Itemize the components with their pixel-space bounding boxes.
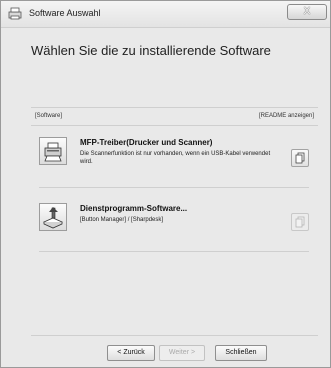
- readme-column-header: [README anzeigen]: [258, 113, 314, 119]
- close-button[interactable]: Schließen: [215, 345, 267, 361]
- close-window-button[interactable]: X: [287, 4, 327, 20]
- readme-button-utility-software[interactable]: [291, 213, 309, 231]
- divider: [39, 251, 309, 252]
- item-description: Die Scannerfunktion ist nur vorhanden, w…: [80, 151, 271, 165]
- item-title: MFP-Treiber(Drucker und Scanner): [80, 138, 213, 147]
- next-button[interactable]: Weiter >: [159, 345, 205, 361]
- printer-scanner-icon[interactable]: [39, 137, 67, 165]
- divider: [39, 187, 309, 188]
- item-title: Dienstprogramm-Software...: [80, 204, 188, 213]
- document-icon: [295, 216, 305, 228]
- app-icon: [8, 7, 22, 20]
- software-column-header: [Software]: [35, 113, 63, 119]
- item-description: [Button Manager] / [Sharpdesk]: [80, 217, 164, 223]
- window-title: Software Auswahl: [29, 8, 101, 18]
- readme-button-mfp-driver[interactable]: [291, 149, 309, 167]
- divider: [31, 107, 318, 108]
- software-selection-window: Software Auswahl X Wählen Sie die zu ins…: [0, 0, 331, 368]
- document-icon: [295, 152, 305, 164]
- page-heading: Wählen Sie die zu installierende Softwar…: [31, 43, 271, 58]
- divider: [31, 125, 318, 126]
- utility-software-icon[interactable]: [39, 203, 67, 231]
- divider: [31, 335, 318, 336]
- title-bar[interactable]: Software Auswahl X: [1, 1, 330, 28]
- back-button[interactable]: < Zurück: [107, 345, 155, 361]
